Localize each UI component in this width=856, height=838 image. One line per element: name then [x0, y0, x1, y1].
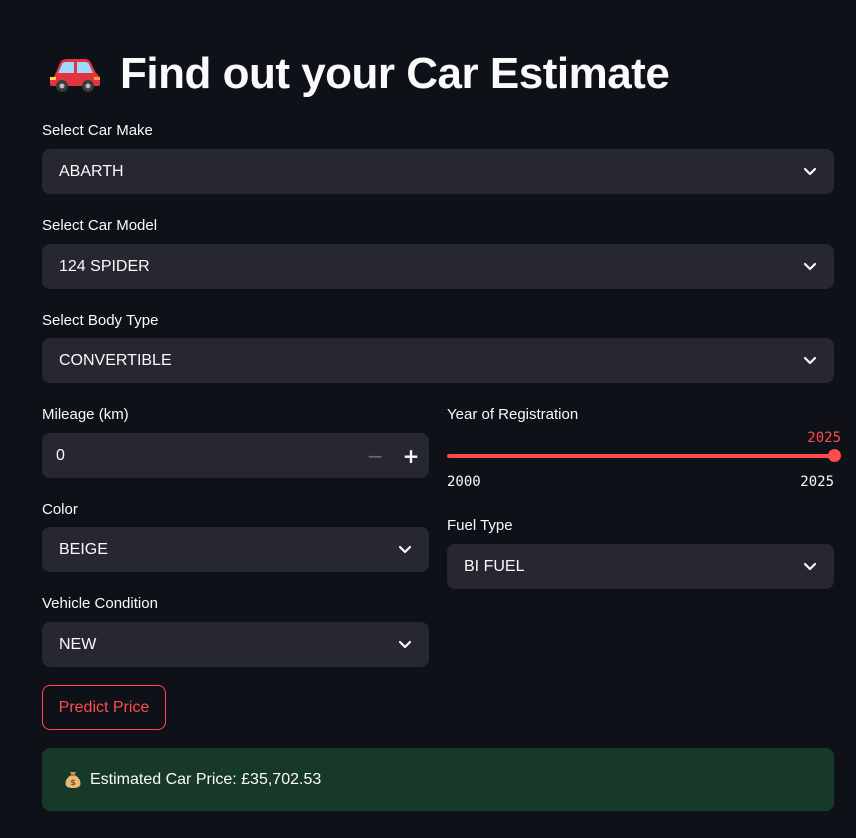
- year-slider-track[interactable]: [447, 454, 834, 458]
- increment-button[interactable]: +: [393, 433, 429, 478]
- body-type-select[interactable]: CONVERTIBLE: [42, 338, 834, 383]
- chevron-down-icon: [803, 356, 817, 366]
- slider-min-label: 2000: [447, 474, 481, 490]
- chevron-down-icon: [803, 167, 817, 177]
- body-type-select-value: CONVERTIBLE: [59, 351, 172, 369]
- year-slider-handle[interactable]: [827, 449, 841, 462]
- model-select-value: 124 SPIDER: [59, 257, 150, 275]
- make-select[interactable]: ABARTH: [42, 149, 834, 194]
- color-select-value: BEIGE: [59, 540, 108, 558]
- condition-select[interactable]: NEW: [42, 622, 429, 667]
- mileage-field[interactable]: [42, 445, 357, 466]
- model-label: Select Car Model: [42, 217, 158, 234]
- chevron-down-icon: [398, 640, 412, 650]
- model-select[interactable]: 124 SPIDER: [42, 244, 834, 289]
- chevron-down-icon: [398, 545, 412, 555]
- condition-select-value: NEW: [59, 635, 97, 653]
- body-type-label: Select Body Type: [42, 312, 159, 329]
- red-car-icon: [48, 55, 102, 93]
- slider-max-label: 2025: [800, 474, 834, 490]
- fuel-type-select[interactable]: BI FUEL: [447, 544, 834, 589]
- mileage-label: Mileage (km): [42, 406, 129, 423]
- svg-text:$: $: [70, 778, 76, 787]
- fuel-type-select-value: BI FUEL: [464, 557, 525, 575]
- condition-label: Vehicle Condition: [42, 595, 158, 612]
- chevron-down-icon: [803, 562, 817, 572]
- page-title-text: Find out your Car Estimate: [120, 49, 670, 98]
- color-select[interactable]: BEIGE: [42, 527, 429, 572]
- make-select-value: ABARTH: [59, 162, 124, 180]
- year-label: Year of Registration: [447, 406, 579, 423]
- slider-current-value: 2025: [807, 430, 841, 446]
- chevron-down-icon: [803, 262, 817, 272]
- page-title: Find out your Car Estimate: [48, 44, 670, 104]
- mileage-number-input: − +: [42, 433, 429, 478]
- color-label: Color: [42, 501, 78, 518]
- decrement-button[interactable]: −: [357, 433, 393, 478]
- fuel-type-label: Fuel Type: [447, 517, 513, 534]
- predict-price-button[interactable]: Predict Price: [42, 685, 166, 730]
- result-banner: $ Estimated Car Price: £35,702.53: [42, 748, 834, 811]
- money-bag-icon: $: [64, 770, 82, 789]
- estimated-price-text: Estimated Car Price: £35,702.53: [90, 770, 322, 788]
- make-label: Select Car Make: [42, 122, 153, 139]
